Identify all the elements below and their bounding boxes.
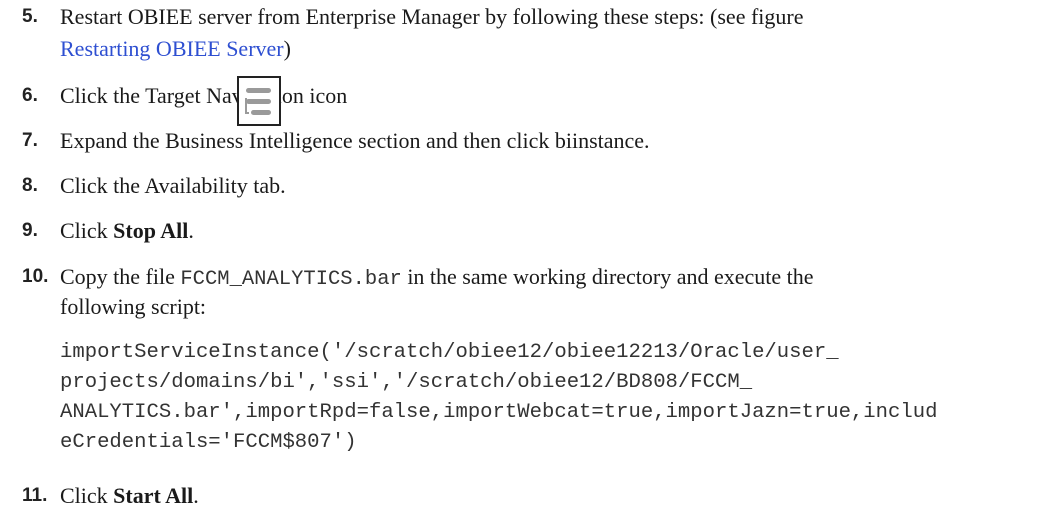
step-number: 8. bbox=[22, 175, 38, 196]
start-all-label: Start All bbox=[113, 483, 194, 508]
step-number: 9. bbox=[22, 220, 38, 241]
file-name: FCCM_ANALYTICS.bar bbox=[180, 268, 402, 291]
script-line: projects/domains/bi','ssi','/scratch/obi… bbox=[60, 371, 753, 394]
step-text: Click the Target Navigation icon bbox=[60, 83, 348, 108]
step-text: Restart OBIEE server from Enterprise Man… bbox=[60, 4, 804, 29]
step-number: 6. bbox=[22, 85, 38, 106]
step-text: Click the Availability tab. bbox=[60, 173, 286, 198]
step-number: 5. bbox=[22, 6, 38, 27]
script-line: importServiceInstance('/scratch/obiee12/… bbox=[60, 341, 839, 364]
script-line: ANALYTICS.bar',importRpd=false,importWeb… bbox=[60, 401, 938, 424]
script-line: eCredentials='FCCM$807') bbox=[60, 431, 357, 454]
figure-link[interactable]: Restarting OBIEE Server bbox=[60, 36, 284, 61]
stop-all-label: Stop All bbox=[113, 218, 189, 243]
step-text: Click Stop All. bbox=[60, 218, 194, 243]
step-number: 10. bbox=[22, 266, 49, 287]
target-navigation-icon bbox=[237, 76, 281, 126]
step-number: 11. bbox=[22, 485, 48, 506]
step-text: Copy the file FCCM_ANALYTICS.bar in the … bbox=[60, 264, 814, 291]
step-text: Click Start All. bbox=[60, 483, 199, 508]
step-text: Expand the Business Intelligence section… bbox=[60, 128, 650, 153]
step-number: 7. bbox=[22, 130, 38, 151]
